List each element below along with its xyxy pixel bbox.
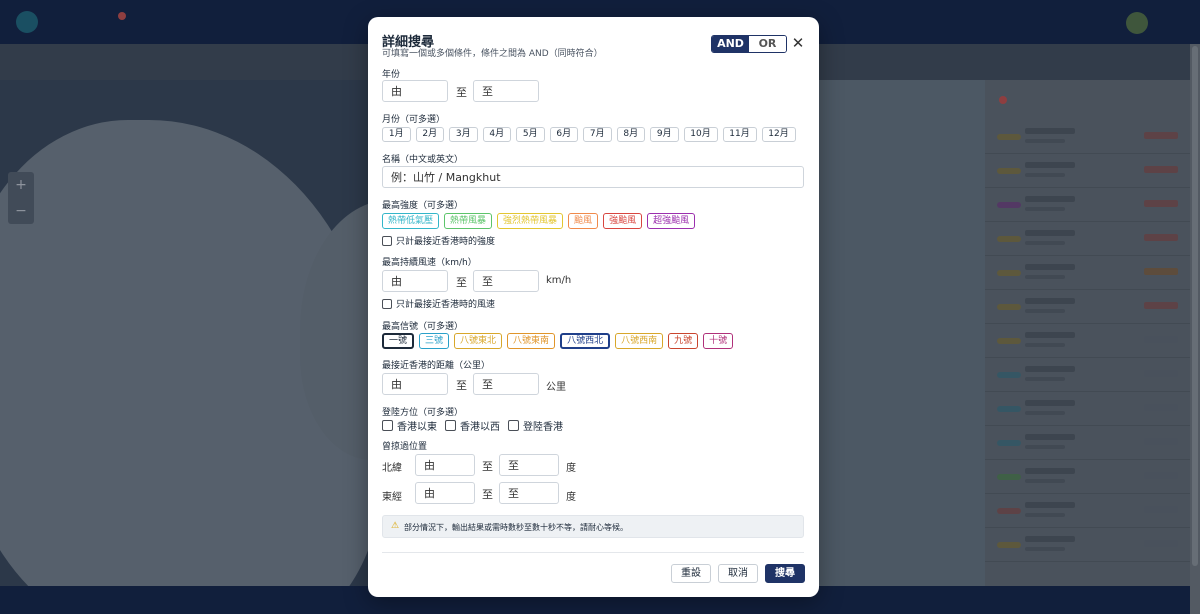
distance-to-separator: 至 [456, 379, 467, 392]
intensity-chip-td[interactable]: 熱帶低氣壓 [382, 213, 440, 229]
close-icon[interactable]: ✕ [791, 35, 805, 51]
signal-chip-8ne[interactable]: 八號東北 [454, 333, 503, 349]
reset-button[interactable]: 重設 [671, 564, 711, 583]
signal-chip-9[interactable]: 九號 [668, 333, 699, 349]
landfall-label: 登陸方位（可多選） [382, 408, 464, 418]
checkbox-label: 香港以西 [460, 422, 500, 433]
signal-chip-3[interactable]: 三號 [419, 333, 450, 349]
signal-label: 最高信號（可多選） [382, 322, 464, 332]
signal-chip-10[interactable]: 十號 [703, 333, 734, 349]
checkbox-box[interactable] [382, 235, 392, 246]
cancel-button[interactable]: 取消 [718, 564, 758, 583]
month-chip-6[interactable]: 6月 [549, 127, 578, 142]
distance-label: 最接近香港的距離（公里） [382, 361, 491, 371]
longitude-label: 東經 [382, 492, 402, 503]
mode-or-button[interactable]: OR [749, 36, 786, 52]
landfall-hk-checkbox[interactable]: 登陸香港 [508, 418, 563, 433]
footer-divider [382, 552, 804, 553]
intensity-chip-ts[interactable]: 熱帶風暴 [444, 213, 493, 229]
month-options: 1月 2月 3月 4月 5月 6月 7月 8月 9月 10月 11月 12月 [382, 127, 796, 142]
wind-to-separator: 至 [456, 276, 467, 289]
month-label: 月份（可多選） [382, 115, 446, 125]
signal-chip-1[interactable]: 一號 [382, 333, 415, 349]
checkbox-box[interactable] [382, 298, 392, 309]
dialog-subtitle: 可填寫一個或多個條件，條件之間為 AND（同時符合） [382, 49, 603, 59]
month-chip-1[interactable]: 1月 [382, 127, 411, 142]
intensity-chip-sts[interactable]: 強烈熱帶風暴 [497, 213, 564, 229]
signal-chip-8se[interactable]: 八號東南 [507, 333, 556, 349]
checkbox-label: 登陸香港 [523, 422, 563, 433]
name-search-input[interactable] [382, 166, 804, 188]
intensity-chip-st[interactable]: 強颱風 [603, 213, 643, 229]
wind-label: 最高持續風速（km/h） [382, 258, 477, 268]
latitude-to-input[interactable] [499, 454, 559, 476]
checkbox-label: 只計最接近香港時的風速 [396, 300, 496, 310]
year-from-input[interactable] [382, 80, 448, 102]
latitude-unit: 度 [566, 463, 576, 474]
search-button[interactable]: 搜尋 [765, 564, 805, 583]
longitude-from-input[interactable] [415, 482, 475, 504]
signal-options: 一號 三號 八號東北 八號東南 八號西北 八號西南 九號 十號 [382, 333, 734, 349]
checkbox-label: 香港以東 [397, 422, 437, 433]
intensity-chip-t[interactable]: 颱風 [568, 213, 599, 229]
latitude-label: 北緯 [382, 463, 402, 474]
month-chip-10[interactable]: 10月 [683, 127, 718, 142]
year-label: 年份 [382, 70, 401, 80]
checkbox-label: 只計最接近香港時的強度 [396, 237, 496, 247]
signal-chip-8nw[interactable]: 八號西北 [560, 333, 611, 349]
checkbox-box[interactable] [445, 420, 456, 431]
month-chip-2[interactable]: 2月 [415, 127, 444, 142]
intensity-options: 熱帶低氣壓 熱帶風暴 強烈熱帶風暴 颱風 強颱風 超強颱風 [382, 213, 696, 229]
distance-unit: 公里 [546, 382, 566, 393]
month-chip-4[interactable]: 4月 [482, 127, 511, 142]
month-chip-7[interactable]: 7月 [583, 127, 612, 142]
month-chip-3[interactable]: 3月 [449, 127, 478, 142]
checkbox-box[interactable] [382, 420, 393, 431]
month-chip-9[interactable]: 9月 [650, 127, 679, 142]
wind-from-input[interactable] [382, 270, 448, 292]
year-to-separator: 至 [456, 86, 467, 99]
logic-mode-toggle: AND OR [711, 35, 787, 53]
landfall-west-checkbox[interactable]: 香港以西 [445, 418, 500, 433]
longitude-to-separator: 至 [482, 488, 493, 501]
warning-note: ⚠ 部分情況下，輸出結果或需時數秒至數十秒不等，請耐心等候。 [382, 515, 804, 538]
month-chip-11[interactable]: 11月 [722, 127, 757, 142]
intensity-closest-checkbox[interactable]: 只計最接近香港時的強度 [382, 234, 495, 247]
name-label: 名稱（中文或英文） [382, 155, 464, 165]
latitude-to-separator: 至 [482, 460, 493, 473]
longitude-to-input[interactable] [499, 482, 559, 504]
advanced-search-dialog: 詳細搜尋 可填寫一個或多個條件，條件之間為 AND（同時符合） AND OR ✕… [368, 17, 819, 597]
warning-text: 部分情況下，輸出結果或需時數秒至數十秒不等，請耐心等候。 [404, 523, 628, 532]
distance-to-input[interactable] [473, 373, 539, 395]
signal-chip-8sw[interactable]: 八號西南 [615, 333, 664, 349]
wind-closest-checkbox[interactable]: 只計最接近香港時的風速 [382, 297, 495, 310]
passed-location-label: 曾掠過位置 [382, 442, 428, 452]
month-chip-5[interactable]: 5月 [516, 127, 545, 142]
year-to-input[interactable] [473, 80, 539, 102]
landfall-east-checkbox[interactable]: 香港以東 [382, 418, 437, 433]
longitude-unit: 度 [566, 492, 576, 503]
mode-and-button[interactable]: AND [712, 36, 749, 52]
intensity-label: 最高強度（可多選） [382, 201, 464, 211]
wind-unit: km/h [546, 275, 572, 286]
checkbox-box[interactable] [508, 420, 519, 431]
distance-from-input[interactable] [382, 373, 448, 395]
intensity-chip-superT[interactable]: 超強颱風 [647, 213, 696, 229]
warning-icon: ⚠ [391, 521, 400, 531]
wind-to-input[interactable] [473, 270, 539, 292]
month-chip-12[interactable]: 12月 [761, 127, 796, 142]
latitude-from-input[interactable] [415, 454, 475, 476]
month-chip-8[interactable]: 8月 [616, 127, 645, 142]
